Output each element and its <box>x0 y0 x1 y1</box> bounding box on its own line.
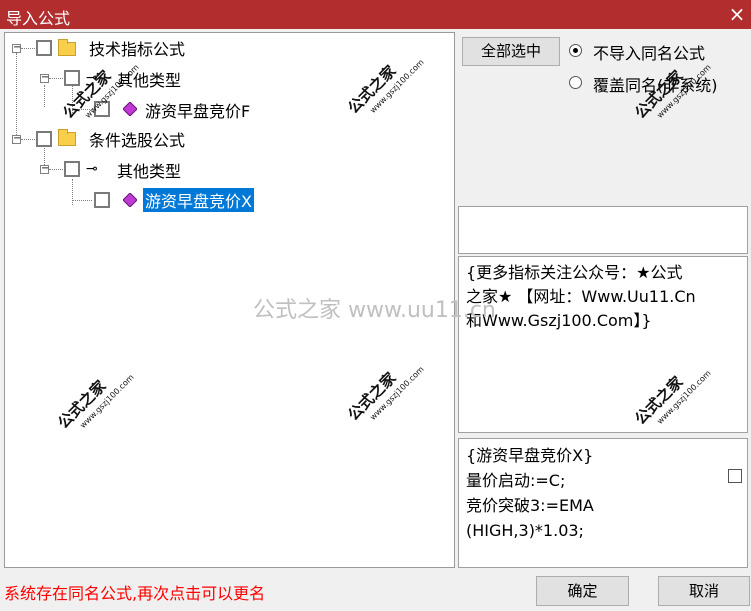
cancel-button[interactable]: 取消 <box>658 576 750 606</box>
tree-connector <box>49 78 63 79</box>
folder-icon <box>58 39 76 56</box>
center-watermark: 公式之家 www.uu11.cn <box>253 298 496 323</box>
tree-checkbox[interactable] <box>36 131 52 147</box>
folder-icon <box>58 129 76 146</box>
formula-panel[interactable]: {游资早盘竞价X} 量价启动:=C; 竞价突破3:=EMA (HIGH,3)*1… <box>458 438 748 568</box>
tree-label-other-type[interactable]: 其他类型 <box>117 158 181 182</box>
tree-collapse-toggle[interactable]: − <box>12 43 21 53</box>
description-panel: {更多指标关注公众号：★公式 之家★ 【网址：Www.Uu11.Cn 和Www.… <box>458 256 748 433</box>
key-icon: ⊸ <box>86 161 98 177</box>
empty-panel <box>458 206 748 254</box>
tree-collapse-toggle[interactable]: − <box>12 134 21 144</box>
tree-checkbox[interactable] <box>64 161 80 177</box>
tree-label-formula-x[interactable]: 游资早盘竞价X <box>143 188 254 212</box>
tree-label-formula-f[interactable]: 游资早盘竞价F <box>145 98 250 122</box>
tree-connector <box>16 53 17 139</box>
tree-collapse-toggle[interactable]: − <box>40 164 49 174</box>
tree-label-tech-indicators[interactable]: 技术指标公式 <box>89 36 185 60</box>
tree-collapse-toggle[interactable]: − <box>40 73 49 83</box>
tree-connector <box>21 48 35 49</box>
close-button[interactable]: × <box>725 3 749 26</box>
select-all-button[interactable]: 全部选中 <box>462 37 560 66</box>
title-bar: 导入公式 × <box>0 0 751 29</box>
tree-checkbox[interactable] <box>64 70 80 86</box>
tree-checkbox[interactable] <box>36 40 52 56</box>
gem-icon <box>123 102 137 116</box>
tree-connector <box>21 139 35 140</box>
status-message: 系统存在同名公式,再次点击可以更名 <box>4 584 266 603</box>
formula-text[interactable]: {游资早盘竞价X} 量价启动:=C; 竞价突破3:=EMA (HIGH,3)*1… <box>466 443 594 543</box>
tree-checkbox[interactable] <box>94 192 110 208</box>
gem-icon <box>123 193 137 207</box>
ok-button[interactable]: 确定 <box>536 576 629 606</box>
tree-connector <box>49 169 63 170</box>
tree-label-stock-selection[interactable]: 条件选股公式 <box>89 127 185 151</box>
tree-connector <box>72 179 73 205</box>
tree-connector <box>44 85 45 107</box>
radio-no-import[interactable] <box>569 44 582 57</box>
window-title: 导入公式 <box>6 9 71 28</box>
tree-connector <box>72 200 92 201</box>
formula-checkbox[interactable] <box>728 469 742 483</box>
description-text: {更多指标关注公众号：★公式 之家★ 【网址：Www.Uu11.Cn 和Www.… <box>466 263 696 330</box>
radio-overwrite[interactable] <box>569 76 582 89</box>
